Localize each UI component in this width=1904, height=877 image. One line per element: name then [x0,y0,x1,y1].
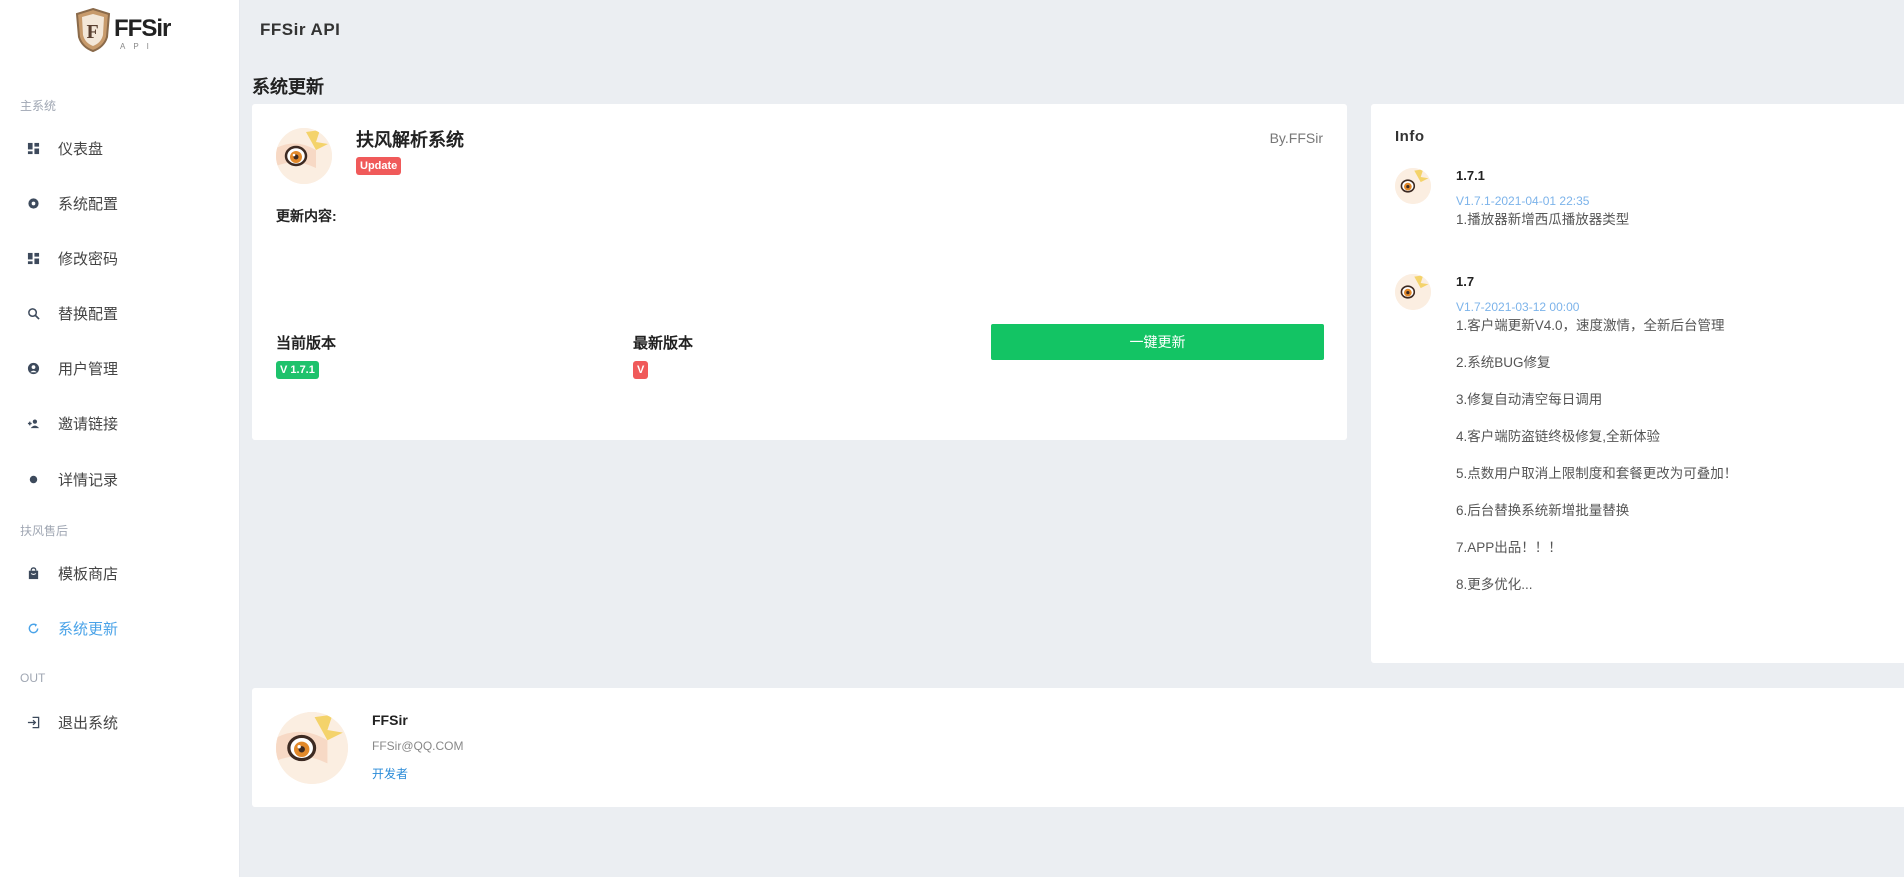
grid-icon [26,251,40,265]
byline: By.FFSir [1269,130,1323,146]
latest-version-badge: V [633,361,649,379]
developer-role: 开发者 [372,767,409,781]
changelog-line: 4.客户端防盗链终极修复,全新体验 [1456,429,1661,444]
nav-section-out: OUT [20,671,46,685]
sidebar-item-system-config[interactable]: 系统配置 [0,183,240,223]
developer-email: FFSir@QQ.COM [372,739,464,753]
svg-text:F: F [87,21,99,43]
sidebar-item-change-password[interactable]: 修改密码 [0,238,240,278]
search-replace-icon [26,306,40,320]
refresh-icon [26,621,40,635]
update-content-label: 更新内容: [276,208,337,224]
sidebar-item-invite-link[interactable]: 邀请链接 [0,403,240,443]
info-card: Info 1.7.1 V1.7.1-2021-04-01 22:35 1.播放器… [1371,104,1904,663]
sidebar-item-user-management[interactable]: 用户管理 [0,348,240,388]
changelog-line: 2.系统BUG修复 [1456,355,1551,370]
changelog-version: 1.7 [1456,274,1475,289]
sidebar-item-replace-config[interactable]: 替换配置 [0,293,240,333]
logo[interactable]: F FFSir API [74,6,174,54]
changelog-date: V1.7-2021-03-12 00:00 [1456,300,1580,314]
shop-icon [26,566,40,580]
avatar [1395,168,1431,204]
sidebar-item-dashboard[interactable]: 仪表盘 [0,128,240,168]
user-group-icon [26,416,40,430]
sidebar-item-label: 系统配置 [58,195,119,213]
nav-section-main: 主系统 [20,99,57,113]
logout-icon [26,715,40,729]
sidebar-item-detail-records[interactable]: 详情记录 [0,459,240,499]
sidebar-item-label: 邀请链接 [58,415,119,433]
app-title: FFSir API [260,20,341,39]
dashboard-icon [26,141,40,155]
info-title: Info [1395,128,1425,145]
sidebar-item-template-shop[interactable]: 模板商店 [0,553,240,593]
nav-section-after-sales: 扶风售后 [20,524,69,538]
developer-name: FFSir [372,712,408,728]
changelog-line: 6.后台替换系统新增批量替换 [1456,503,1630,518]
avatar [276,128,332,184]
changelog-line: 7.APP出品！！！ [1456,540,1562,555]
developer-card: FFSir FFSir@QQ.COM 开发者 [252,688,1904,807]
logo-brand: FFSir [114,15,171,42]
sidebar-item-label: 用户管理 [58,360,119,378]
current-version-label: 当前版本 [276,335,337,352]
one-click-update-button[interactable]: 一键更新 [991,324,1324,360]
sidebar-item-label: 替换配置 [58,305,119,323]
latest-version-label: 最新版本 [633,335,694,352]
logo-sub: API [120,42,157,51]
sidebar-item-label: 仪表盘 [58,140,104,158]
changelog-line: 1.客户端更新V4.0，速度激情，全新后台管理 [1456,318,1725,333]
sidebar-item-label: 详情记录 [58,471,119,489]
changelog-entry: 1.7.1 V1.7.1-2021-04-01 22:35 1.播放器新增西瓜播… [1395,168,1895,248]
changelog-date: V1.7.1-2021-04-01 22:35 [1456,194,1590,208]
shield-logo-icon: F [75,7,111,53]
update-card: 扶风解析系统 Update By.FFSir 更新内容: 当前版本 V 1.7.… [252,104,1347,440]
sidebar-item-label: 修改密码 [58,250,119,268]
developer-avatar [276,712,348,784]
sidebar-item-label: 系统更新 [58,620,119,638]
dot-icon [26,472,40,486]
changelog-line: 5.点数用户取消上限制度和套餐更改为可叠加！ [1456,466,1738,481]
sidebar: F FFSir API 主系统 仪表盘 系统配置 修改密码 替换配置 用户管理 … [0,0,240,877]
sidebar-item-label: 退出系统 [58,714,119,732]
current-version-badge: V 1.7.1 [276,361,319,379]
changelog-version: 1.7.1 [1456,168,1485,183]
sidebar-item-logout[interactable]: 退出系统 [0,702,240,742]
system-name: 扶风解析系统 [356,130,464,150]
topbar: FFSir API [240,0,1904,62]
changelog-line: 1.播放器新增西瓜播放器类型 [1456,212,1630,227]
changelog-entry: 1.7 V1.7-2021-03-12 00:00 1.客户端更新V4.0，速度… [1395,274,1895,614]
sidebar-item-label: 模板商店 [58,565,119,583]
user-icon [26,361,40,375]
sidebar-item-system-update[interactable]: 系统更新 [0,608,240,648]
settings-icon [26,196,40,210]
changelog-line: 3.修复自动清空每日调用 [1456,392,1603,407]
changelog-line: 8.更多优化... [1456,577,1533,592]
page-title: 系统更新 [252,77,324,97]
update-badge: Update [356,157,402,175]
avatar [1395,274,1431,310]
